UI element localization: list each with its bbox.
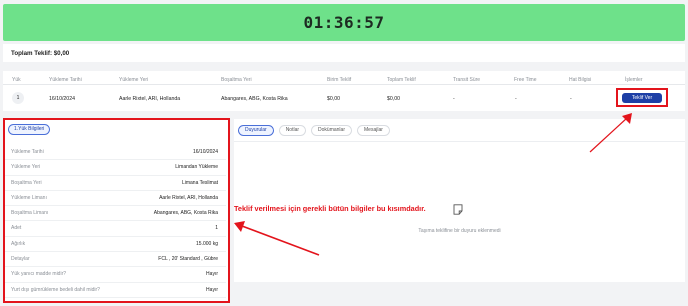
offer-table: Yük Yükleme Tarihi Yükleme Yeri Boşaltma… — [3, 71, 685, 111]
cell-total-offer: $0,00 — [387, 96, 400, 102]
info-label: Yükleme Yeri — [11, 164, 41, 171]
tab-divider — [234, 141, 685, 142]
info-row: Boşaltma Yeri Limana Teslimat — [3, 176, 226, 191]
action-highlight-box: Teklif Ver — [616, 88, 668, 107]
total-offer-bar: Toplam Teklif: $0,00 — [3, 44, 685, 62]
column-header-loading-date: Yükleme Tarihi — [49, 77, 82, 83]
info-row: Yurt dışı gümrükleme bedeli dahil midir?… — [3, 283, 226, 298]
info-row: Yükleme Tarihi 16/10/2024 — [3, 145, 226, 161]
info-row: Detaylar FCL , 20' Standard , Gübre — [3, 252, 226, 268]
load-number-badge: 1 — [12, 92, 24, 104]
tab-load-info[interactable]: 1.Yük Bilgileri — [8, 124, 51, 135]
offer-page: 01:36:57 Toplam Teklif: $0,00 Yük Yüklem… — [0, 0, 688, 306]
load-info-panel: 1.Yük Bilgileri Yükleme Tarihi 16/10/2024… — [3, 119, 230, 303]
annotation-text: Teklif verilmesi için gerekli bütün bilg… — [234, 204, 426, 213]
info-row: Yük yanıcı madde midir? Hayır — [3, 267, 226, 283]
info-label: Yurt dışı gümrükleme bedeli dahil midir? — [11, 286, 100, 293]
column-header-loading-place: Yükleme Yeri — [119, 77, 149, 83]
column-header-line-info: Hat Bilgisi — [569, 77, 592, 83]
cell-free-time: - — [515, 96, 517, 102]
info-value: 15.000 kg — [196, 240, 218, 247]
info-row: Boşaltma Limanı Abangares, ABG, Kosta Rik… — [3, 206, 226, 222]
info-value: Aarle Rixtel, ARI, Hollanda — [159, 194, 218, 201]
info-row: Ağırlık 15.000 kg — [3, 237, 226, 253]
total-offer-text: Toplam Teklif: $0,00 — [11, 49, 70, 57]
info-value: Hayır — [206, 271, 218, 278]
panel-tabs: Duyurular Notlar Dokümanlar Mesajlar — [238, 125, 390, 136]
cell-loading-place: Aarle Rixtel, ARI, Hollanda — [119, 96, 181, 102]
info-label: Ağırlık — [11, 240, 26, 247]
countdown-bar: 01:36:57 — [3, 4, 685, 41]
info-row: Yükleme Yeri Limandan Yükleme — [3, 160, 226, 176]
cell-unit-offer: $0,00 — [327, 96, 340, 102]
cell-line-info: - — [570, 96, 572, 102]
info-label: Yük yanıcı madde midir? — [11, 271, 67, 278]
info-label: Yükleme Tarihi — [11, 149, 44, 155]
cell-loading-date: 16/10/2024 — [49, 96, 75, 102]
table-header: Yük Yükleme Tarihi Yükleme Yeri Boşaltma… — [3, 75, 685, 85]
column-header-unloading-place: Boşaltma Yeri — [221, 77, 252, 83]
countdown-timer: 01:36:57 — [303, 13, 385, 32]
messages-panel: Duyurular Notlar Dokümanlar Mesajlar Taş… — [234, 119, 685, 282]
column-header-actions: İşlemler — [625, 77, 643, 83]
info-value: Hayır — [206, 286, 218, 293]
info-row: Yükleme Limanı Aarle Rixtel, ARI, Holland… — [3, 191, 226, 207]
info-row: Adet 1 — [3, 221, 226, 237]
column-header-free-time: Free Time — [514, 77, 537, 83]
info-label: Adet — [11, 225, 22, 232]
make-offer-button[interactable]: Teklif Ver — [622, 93, 662, 103]
cell-unloading-place: Abangares, ABG, Kosta Rika — [221, 96, 288, 102]
empty-state-text: Taşıma teklifine bir duyuru eklenmedi — [418, 228, 501, 234]
cell-transit-time: - — [453, 96, 455, 102]
column-header-unit-offer: Birim Teklif — [327, 77, 352, 83]
tab-documents[interactable]: Dokümanlar — [311, 125, 352, 136]
info-value: 1 — [215, 225, 218, 232]
info-label: Boşaltma Limanı — [11, 210, 49, 217]
info-value: Abangares, ABG, Kosta Rika — [153, 210, 218, 217]
tab-messages[interactable]: Mesajlar — [357, 125, 390, 136]
info-value: Limandan Yükleme — [175, 164, 218, 171]
table-row: 1 16/10/2024 Aarle Rixtel, ARI, Hollanda… — [3, 86, 685, 110]
info-value: FCL , 20' Standard , Gübre — [158, 256, 218, 263]
info-value: Limana Teslimat — [181, 179, 218, 186]
document-icon — [453, 204, 463, 215]
info-label: Yükleme Limanı — [11, 194, 47, 201]
column-header-transit-time: Transit Süre — [453, 77, 481, 83]
info-label: Boşaltma Yeri — [11, 179, 42, 186]
info-value: 16/10/2024 — [192, 149, 218, 155]
column-header-total-offer: Toplam Teklif — [387, 77, 416, 83]
tab-notes[interactable]: Notlar — [278, 125, 307, 136]
tab-announcements[interactable]: Duyurular — [238, 125, 274, 136]
column-header-yuk: Yük — [12, 77, 21, 83]
info-label: Detaylar — [11, 256, 30, 263]
load-info-list: Yükleme Tarihi 16/10/2024 Yükleme Yeri Lima… — [3, 145, 226, 298]
